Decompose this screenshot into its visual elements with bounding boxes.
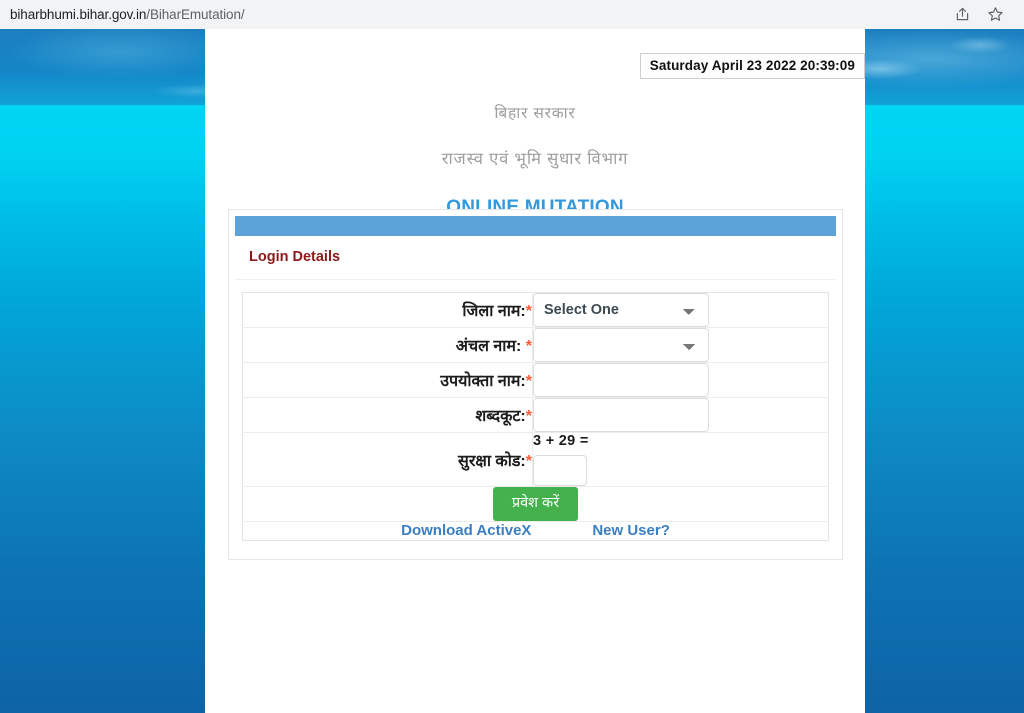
captcha-input[interactable] xyxy=(533,455,587,486)
username-label-cell: उपयोक्ता नाम:* xyxy=(242,362,533,398)
circle-label: अंचल नाम: xyxy=(455,338,526,355)
district-field-cell: Select One xyxy=(532,292,829,328)
address-bar[interactable]: biharbhumi.bihar.gov.in/BiharEmutation/ xyxy=(0,0,954,29)
username-input[interactable] xyxy=(533,363,709,397)
username-field-cell xyxy=(532,362,829,398)
card-accent-bar xyxy=(235,216,836,236)
page-background: Saturday April 23 2022 20:39:09 बिहार सर… xyxy=(0,29,1024,713)
links-cell: Download ActiveX New User? xyxy=(243,521,829,540)
captcha-field-cell: 3 + 29 = xyxy=(532,432,829,487)
url-text: biharbhumi.bihar.gov.in/BiharEmutation/ xyxy=(10,7,245,22)
captcha-label: सुरक्षा कोड: xyxy=(458,452,526,470)
district-required-marker: * xyxy=(525,303,532,320)
password-input[interactable] xyxy=(533,398,709,432)
table-row-captcha: सुरक्षा कोड:* 3 + 29 = xyxy=(242,432,829,487)
circle-required-marker: * xyxy=(525,338,532,355)
new-user-link[interactable]: New User? xyxy=(592,522,670,539)
login-submit-button[interactable]: प्रवेश करें xyxy=(492,487,579,521)
datetime-display: Saturday April 23 2022 20:39:09 xyxy=(639,53,865,79)
circle-select[interactable] xyxy=(533,328,709,362)
table-row-submit: प्रवेश करें xyxy=(242,486,829,522)
login-card: Login Details जिला नाम:* Select One अंचल… xyxy=(228,209,843,560)
url-path: /BiharEmutation/ xyxy=(146,7,245,22)
government-name: बिहार सरकार xyxy=(494,105,576,122)
username-required-marker: * xyxy=(525,373,532,390)
login-details-heading: Login Details xyxy=(235,236,836,280)
captcha-required-marker: * xyxy=(525,452,532,470)
captcha-expression: 3 + 29 = xyxy=(533,433,589,449)
password-label-cell: शब्दकूट:* xyxy=(242,397,533,433)
login-form-wrapper: जिला नाम:* Select One अंचल नाम: * उपयोक्… xyxy=(229,280,842,559)
password-label: शब्दकूट: xyxy=(475,408,526,425)
table-row-links: Download ActiveX New User? xyxy=(243,521,829,540)
table-row-district: जिला नाम:* Select One xyxy=(242,292,829,328)
login-form-table: जिला नाम:* Select One अंचल नाम: * उपयोक्… xyxy=(242,292,829,541)
toolbar-icons xyxy=(954,0,1024,29)
department-name: राजस्व एवं भूमि सुधार विभाग xyxy=(441,150,629,168)
circle-field-cell xyxy=(532,327,829,363)
username-label: उपयोक्ता नाम: xyxy=(440,373,526,390)
district-select[interactable]: Select One xyxy=(533,293,709,327)
star-bookmark-icon[interactable] xyxy=(987,6,1004,23)
share-icon[interactable] xyxy=(954,6,971,23)
district-label: जिला नाम: xyxy=(462,303,526,320)
table-row-password: शब्दकूट:* xyxy=(242,397,829,433)
content-panel: Saturday April 23 2022 20:39:09 बिहार सर… xyxy=(205,29,865,713)
datetime-wrapper: Saturday April 23 2022 20:39:09 xyxy=(639,53,865,79)
circle-label-cell: अंचल नाम: * xyxy=(242,327,533,363)
password-required-marker: * xyxy=(525,408,532,425)
district-label-cell: जिला नाम:* xyxy=(242,292,533,328)
password-field-cell xyxy=(532,397,829,433)
url-domain: biharbhumi.bihar.gov.in xyxy=(10,7,147,22)
browser-toolbar: biharbhumi.bihar.gov.in/BiharEmutation/ xyxy=(0,0,1024,29)
captcha-label-cell: सुरक्षा कोड:* xyxy=(242,432,533,487)
download-activex-link[interactable]: Download ActiveX xyxy=(401,522,531,539)
table-row-circle: अंचल नाम: * xyxy=(242,327,829,363)
submit-cell: प्रवेश करें xyxy=(242,486,829,522)
table-row-username: उपयोक्ता नाम:* xyxy=(242,362,829,398)
